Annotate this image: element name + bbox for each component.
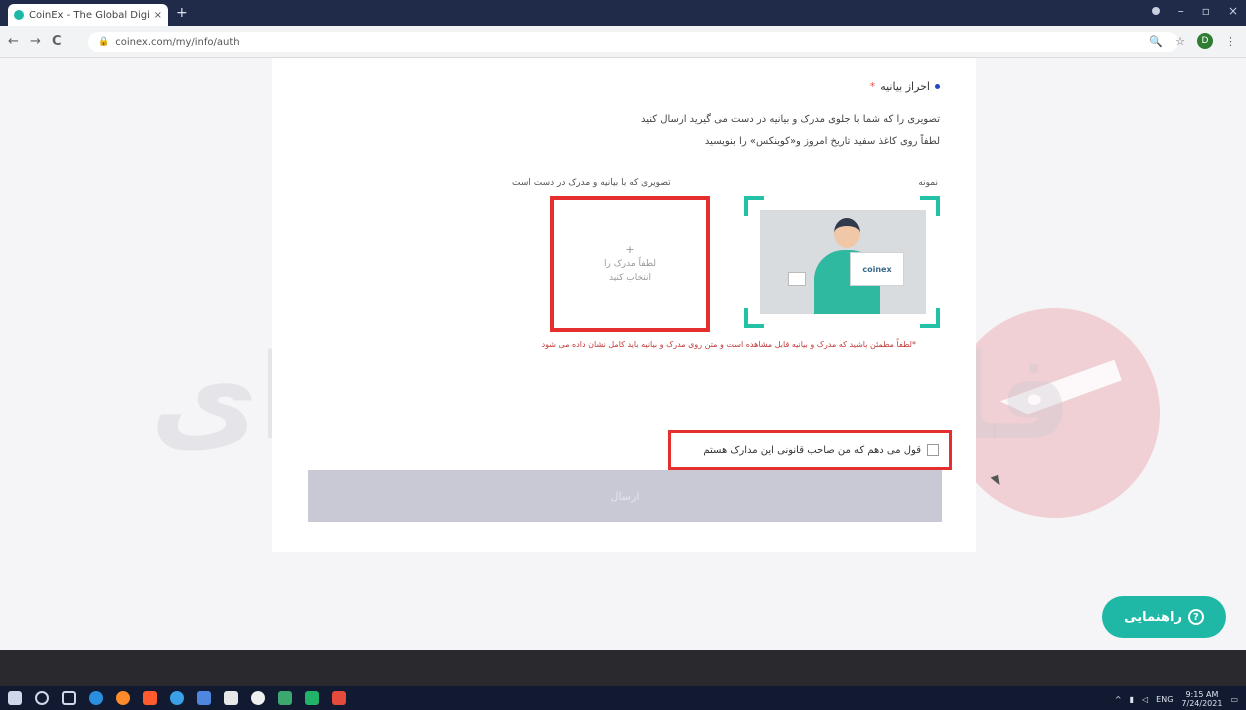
tray-chevron-icon[interactable]: ^ <box>1115 695 1122 704</box>
app-icon-1[interactable] <box>143 691 157 705</box>
mouse-cursor-icon <box>990 474 1002 488</box>
plus-icon: + <box>625 243 635 256</box>
browser-tab[interactable]: CoinEx - The Global Digital Coin × <box>8 4 168 26</box>
url-text: coinex.com/my/info/auth <box>115 36 240 48</box>
app-icon-2[interactable] <box>170 691 184 705</box>
help-button[interactable]: ? راهنمایی <box>1102 596 1226 638</box>
network-icon[interactable]: ▮ <box>1130 695 1134 704</box>
record-indicator-icon <box>1151 7 1160 15</box>
minimize-icon[interactable]: – <box>1178 4 1184 18</box>
new-tab-button[interactable]: + <box>176 4 188 22</box>
language-indicator[interactable]: ENG <box>1156 695 1173 704</box>
task-view-icon[interactable] <box>62 691 76 705</box>
agree-checkbox[interactable] <box>927 444 939 456</box>
app-icon-3[interactable] <box>197 691 211 705</box>
ownership-agreement[interactable]: قول می دهم که من صاحب قانونی این مدارک ه… <box>668 430 952 470</box>
notifications-icon[interactable]: ▭ <box>1230 695 1238 704</box>
app-icon-4[interactable] <box>278 691 292 705</box>
menu-kebab-icon[interactable]: ⋮ <box>1225 35 1236 48</box>
browser-toolbar: ← → C 🔒 coinex.com/my/info/auth 🔍 ☆ D ⋮ <box>0 26 1246 58</box>
maximize-icon[interactable]: ▫ <box>1202 4 1210 18</box>
upload-label: تصویری که با بیانیه و مدرک در دست است <box>512 178 671 188</box>
profile-avatar[interactable]: D <box>1197 33 1213 49</box>
coinex-favicon-icon <box>14 10 24 20</box>
help-label: راهنمایی <box>1124 609 1182 625</box>
sample-label: نمونه <box>918 178 938 188</box>
upload-dropzone[interactable]: + لطفاً مدرک را انتخاب کنید <box>550 196 710 332</box>
bullet-dot-icon <box>935 84 940 89</box>
bookmark-star-icon[interactable]: ☆ <box>1175 35 1185 48</box>
browser-titlebar: CoinEx - The Global Digital Coin × + – ▫… <box>0 0 1246 26</box>
window-controls: – ▫ × <box>1151 4 1238 18</box>
section-title-text: احراز بیانیه <box>880 80 930 93</box>
sample-image-frame: coinex <box>744 196 940 328</box>
page-background: فارسی حرفه‌ای احراز بیانیه * تصویری را ک… <box>0 58 1246 650</box>
id-card-icon <box>788 272 806 286</box>
agree-label: قول می دهم که من صاحب قانونی این مدارک ه… <box>703 444 921 456</box>
lock-icon: 🔒 <box>98 37 110 47</box>
person-head <box>834 218 860 248</box>
app-icon-5[interactable] <box>305 691 319 705</box>
sample-image: coinex <box>760 210 926 314</box>
windows-start-icon[interactable] <box>8 691 22 705</box>
coinex-paper: coinex <box>850 252 904 286</box>
windows-taskbar: ^ ▮ ◁ ENG 9:15 AM 7/24/2021 ▭ <box>0 686 1246 710</box>
chrome-icon[interactable] <box>251 691 265 705</box>
zoom-icon[interactable]: 🔍 <box>1149 35 1163 48</box>
upload-hint: لطفاً مدرک را انتخاب کنید <box>604 259 656 283</box>
clock-time: 9:15 AM <box>1185 690 1219 699</box>
store-icon[interactable] <box>224 691 238 705</box>
address-bar[interactable]: 🔒 coinex.com/my/info/auth <box>88 32 1178 52</box>
close-window-icon[interactable]: × <box>1228 4 1238 18</box>
app-icon-6[interactable] <box>332 691 346 705</box>
tab-title: CoinEx - The Global Digital Coin <box>29 9 150 21</box>
forward-button[interactable]: → <box>30 34 41 49</box>
back-button[interactable]: ← <box>8 34 19 49</box>
clock[interactable]: 9:15 AM 7/24/2021 <box>1181 690 1222 708</box>
warning-text: *لطفاً مطمئن باشید که مدرک و بیانیه قابل… <box>541 340 916 349</box>
submit-button[interactable]: ارسال <box>308 470 942 522</box>
toolbar-right: 🔍 ☆ D ⋮ <box>1149 33 1236 49</box>
page-footer-band <box>0 650 1246 686</box>
search-icon[interactable] <box>35 691 49 705</box>
instruction-line-2: لطفاً روی کاغذ سفید تاریخ امروز و«کوینکس… <box>704 136 940 147</box>
edge-icon[interactable] <box>89 691 103 705</box>
firefox-icon[interactable] <box>116 691 130 705</box>
volume-icon[interactable]: ◁ <box>1142 695 1148 704</box>
required-mark: * <box>869 80 876 93</box>
system-tray: ^ ▮ ◁ ENG 9:15 AM 7/24/2021 ▭ <box>1115 690 1238 708</box>
verification-card: احراز بیانیه * تصویری را که شما با جلوی … <box>272 58 976 552</box>
instruction-line-1: تصویری را که شما با جلوی مدرک و بیانیه د… <box>640 114 940 125</box>
watermark-logo <box>950 308 1160 518</box>
clock-date: 7/24/2021 <box>1181 699 1223 708</box>
help-question-icon: ? <box>1187 609 1204 625</box>
tab-close-icon[interactable]: × <box>154 10 162 21</box>
section-title: احراز بیانیه * <box>870 80 940 93</box>
reload-button[interactable]: C <box>52 34 62 49</box>
